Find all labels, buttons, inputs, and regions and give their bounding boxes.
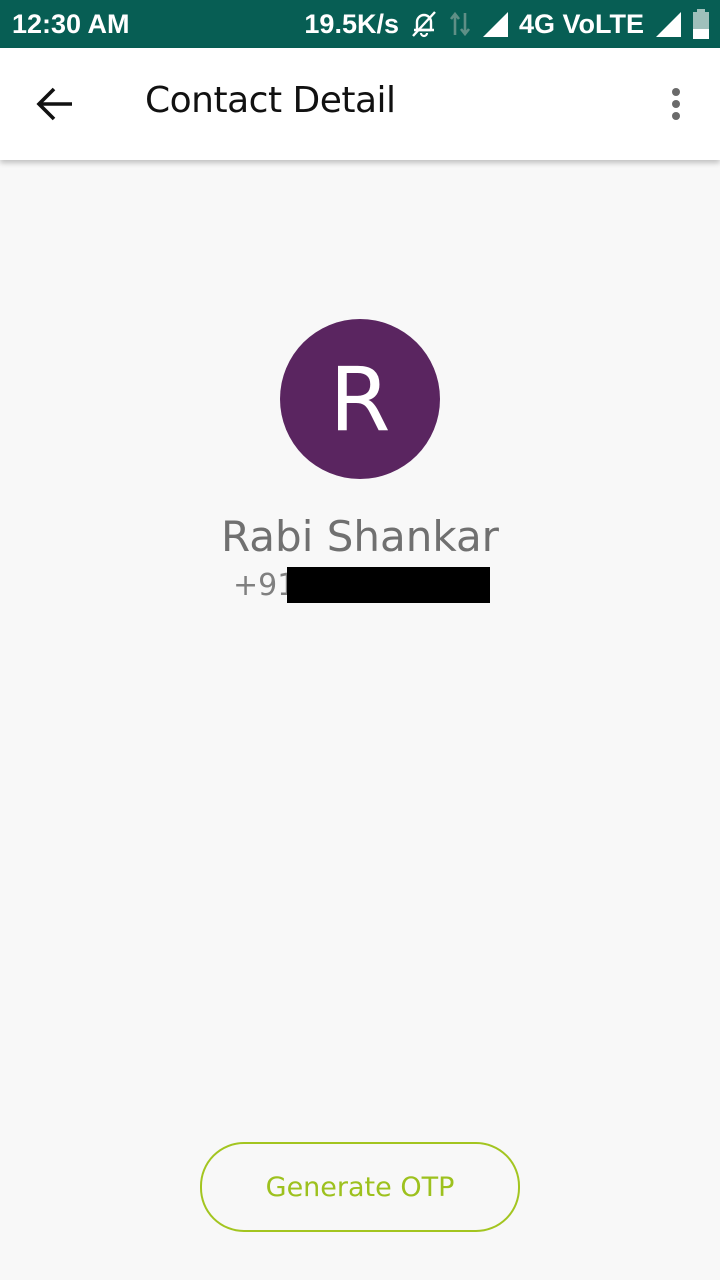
contact-name: Rabi Shankar xyxy=(221,512,499,561)
redaction-bar xyxy=(287,567,490,603)
generate-otp-button[interactable]: Generate OTP xyxy=(200,1142,520,1232)
network-label: 4G VoLTE xyxy=(518,8,644,39)
signal-icon xyxy=(654,10,682,38)
more-vert-icon[interactable] xyxy=(662,84,690,124)
avatar: R xyxy=(280,319,440,479)
signal-icon xyxy=(481,10,509,38)
status-bar: 12:30 AM 19.5K/s 4G VoLTE xyxy=(0,0,720,48)
data-arrows-icon xyxy=(449,9,471,39)
status-time: 12:30 AM xyxy=(12,8,130,39)
net-speed: 19.5K/s xyxy=(304,8,399,39)
app-bar: Contact Detail xyxy=(0,48,720,160)
notifications-off-icon xyxy=(409,9,439,39)
page-title: Contact Detail xyxy=(145,80,396,121)
status-icons: 19.5K/s 4G VoLTE xyxy=(304,8,710,40)
battery-icon xyxy=(692,8,710,40)
arrow-back-icon[interactable] xyxy=(34,84,78,124)
